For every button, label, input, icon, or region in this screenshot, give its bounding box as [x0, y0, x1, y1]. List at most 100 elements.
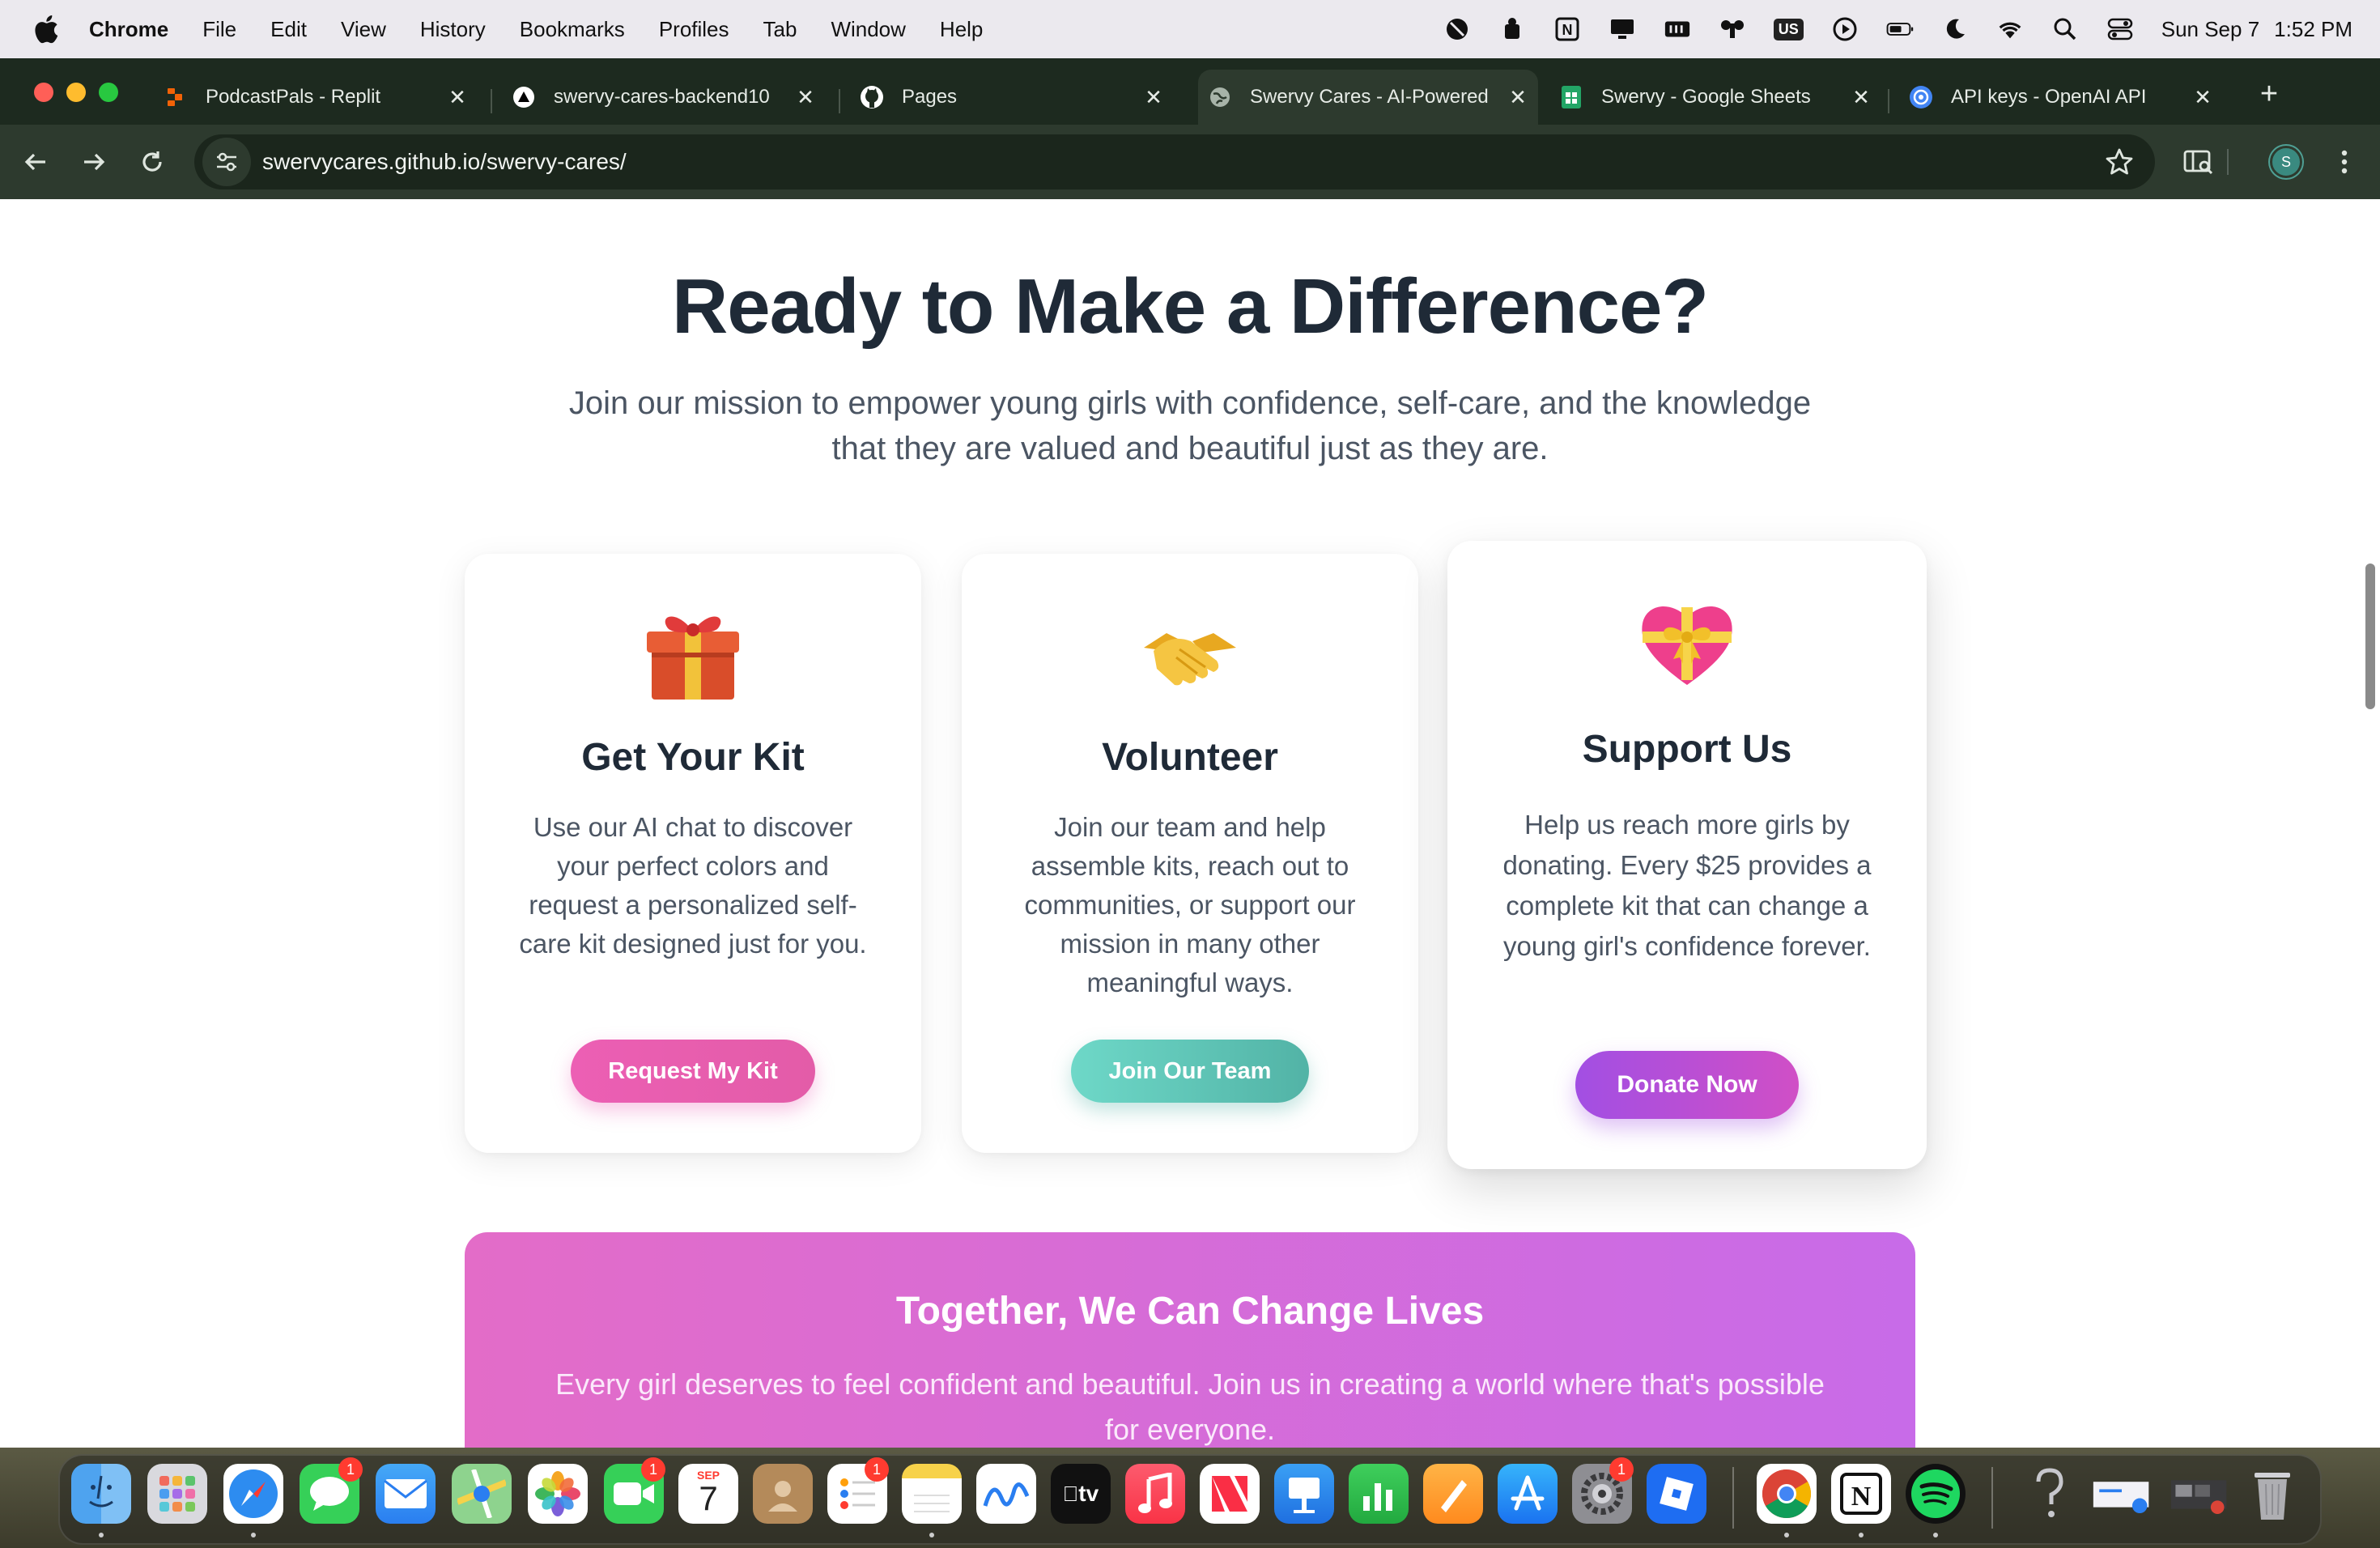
menu-profiles[interactable]: Profiles	[659, 17, 729, 42]
control-center-icon[interactable]	[2106, 15, 2134, 43]
tab-close-icon[interactable]: ✕	[1141, 85, 1166, 109]
tab-swervy-cares[interactable]: Swervy Cares - AI-Powered ✕	[1198, 70, 1538, 125]
bookmark-star-icon[interactable]	[2105, 147, 2134, 176]
tab-close-icon[interactable]: ✕	[1506, 85, 1530, 109]
dock-freeform-icon[interactable]	[976, 1464, 1036, 1524]
menu-window[interactable]: Window	[831, 17, 905, 42]
tab-podcastpals[interactable]: PodcastPals - Replit ✕	[154, 70, 478, 125]
dock-trash-icon[interactable]	[2242, 1464, 2302, 1524]
focus-moon-icon[interactable]	[1941, 15, 1969, 43]
tab-title: Swervy - Google Sheets	[1601, 86, 1811, 108]
dock-finder-icon[interactable]	[71, 1464, 131, 1524]
notion-status-icon[interactable]: N	[1553, 15, 1581, 43]
keyboard-layout-badge[interactable]: US	[1773, 18, 1804, 40]
profile-avatar[interactable]: S	[2270, 146, 2302, 178]
url-text[interactable]: swervycares.github.io/swervy-cares/	[262, 149, 627, 175]
wifi-icon[interactable]	[1996, 15, 2024, 43]
tab-separator	[1888, 89, 1889, 113]
svg-text:N: N	[1562, 22, 1572, 38]
menu-edit[interactable]: Edit	[270, 17, 307, 42]
dock-keynote-icon[interactable]	[1274, 1464, 1334, 1524]
request-my-kit-button[interactable]: Request My Kit	[571, 1040, 815, 1103]
tab-title: swervy-cares-backend10	[554, 86, 770, 108]
dock-preview-thumbnail-icon[interactable]	[2092, 1464, 2152, 1524]
menu-file[interactable]: File	[202, 17, 236, 42]
dock-running-indicator	[1933, 1533, 1938, 1537]
join-our-team-button[interactable]: Join Our Team	[1071, 1040, 1309, 1103]
dock-reminders-badge: 1	[865, 1457, 889, 1482]
display-status-icon[interactable]	[1609, 15, 1636, 43]
gift-icon	[647, 616, 739, 700]
card-description: Use our AI chat to discover your perfect…	[519, 812, 867, 959]
donate-now-button[interactable]: Donate Now	[1575, 1051, 1799, 1119]
reload-icon[interactable]	[136, 146, 168, 178]
menu-view[interactable]: View	[341, 17, 386, 42]
dock-running-indicator	[1784, 1533, 1789, 1537]
tab-close-icon[interactable]: ✕	[793, 85, 818, 109]
window-minimize-button[interactable]	[66, 83, 86, 102]
spotlight-search-icon[interactable]	[2051, 15, 2079, 43]
menu-history[interactable]: History	[420, 17, 486, 42]
accessibility-status-icon[interactable]	[1443, 15, 1471, 43]
dock-facetime-badge: 1	[641, 1457, 665, 1482]
dock-mail-icon[interactable]	[376, 1464, 436, 1524]
apple-icon[interactable]	[31, 13, 60, 45]
browser-toolbar: swervycares.github.io/swervy-cares/ S	[0, 125, 2380, 199]
dock-spotify-icon[interactable]	[1906, 1464, 1966, 1524]
openai-icon	[1909, 85, 1933, 109]
menu-tab[interactable]: Tab	[763, 17, 797, 42]
menu-bookmarks[interactable]: Bookmarks	[520, 17, 625, 42]
page-scrollbar-thumb[interactable]	[2365, 563, 2375, 709]
window-zoom-button[interactable]	[99, 83, 118, 102]
address-bar[interactable]: swervycares.github.io/swervy-cares/	[194, 134, 2155, 189]
browser-window: PodcastPals - Replit ✕ swervy-cares-back…	[0, 58, 2380, 1448]
memory-status-icon[interactable]	[1664, 15, 1691, 43]
dock-safari-icon[interactable]	[223, 1464, 283, 1524]
dock-roblox-icon[interactable]	[1647, 1464, 1706, 1524]
kebab-menu-icon[interactable]	[2328, 146, 2361, 178]
dock-contacts-icon[interactable]	[753, 1464, 813, 1524]
forward-arrow-icon[interactable]	[78, 146, 110, 178]
handshake-icon	[1144, 633, 1236, 686]
tab-github-pages[interactable]: Pages ✕	[850, 70, 1174, 125]
menu-help[interactable]: Help	[940, 17, 983, 42]
dock-calendar-icon[interactable]: SEP 7	[678, 1464, 738, 1524]
tab-close-icon[interactable]: ✕	[2191, 85, 2215, 109]
tab-close-icon[interactable]: ✕	[1849, 85, 1873, 109]
site-settings-icon[interactable]	[202, 138, 251, 186]
play-status-icon[interactable]	[1831, 15, 1859, 43]
dock-music-icon[interactable]	[1125, 1464, 1185, 1524]
card-description: Join our team and help assemble kits, re…	[1024, 812, 1356, 997]
tab-openai-api[interactable]: API keys - OpenAI API ✕	[1899, 70, 2223, 125]
dock-chrome-icon[interactable]	[1757, 1464, 1817, 1524]
cta-banner: Together, We Can Change Lives Every girl…	[465, 1232, 1915, 1448]
dock-pages-icon[interactable]	[1423, 1464, 1483, 1524]
window-close-button[interactable]	[34, 83, 53, 102]
dock-maps-icon[interactable]	[452, 1464, 512, 1524]
dock-news-icon[interactable]	[1200, 1464, 1260, 1524]
card-title: Volunteer	[1102, 736, 1278, 779]
new-tab-plus-icon[interactable]: +	[2257, 79, 2281, 109]
tab-close-icon[interactable]: ✕	[445, 85, 470, 109]
dock-photos-icon[interactable]	[528, 1464, 588, 1524]
side-panel-search-icon[interactable]	[2182, 146, 2215, 178]
replit-icon	[164, 85, 188, 109]
dock-launchpad-icon[interactable]	[147, 1464, 207, 1524]
dock-app-store-icon[interactable]	[1498, 1464, 1558, 1524]
dock-notes-icon[interactable]	[902, 1464, 962, 1524]
tab-swervy-backend[interactable]: swervy-cares-backend10 ✕	[502, 70, 826, 125]
dock-numbers-icon[interactable]	[1349, 1464, 1409, 1524]
gamepad-status-icon[interactable]	[1719, 15, 1746, 43]
card-volunteer: Volunteer Join our team and help assembl…	[962, 554, 1418, 1153]
back-arrow-icon[interactable]	[19, 146, 52, 178]
dock-screenshot-thumbnail-icon[interactable]	[2170, 1464, 2229, 1524]
dock-notion-icon[interactable]: N	[1831, 1464, 1891, 1524]
dock-tv-icon[interactable]: tv	[1051, 1464, 1111, 1524]
battery-icon[interactable]	[1886, 15, 1914, 43]
extension-status-icon[interactable]	[1498, 15, 1526, 43]
menu-app-name[interactable]: Chrome	[89, 17, 168, 42]
menu-clock[interactable]: Sun Sep 7 1:52 PM	[2161, 17, 2352, 42]
dock-help-icon[interactable]	[2019, 1464, 2079, 1524]
tab-google-sheets[interactable]: Swervy - Google Sheets ✕	[1549, 70, 1881, 125]
card-description: Help us reach more girls by donating. Ev…	[1502, 810, 1872, 961]
